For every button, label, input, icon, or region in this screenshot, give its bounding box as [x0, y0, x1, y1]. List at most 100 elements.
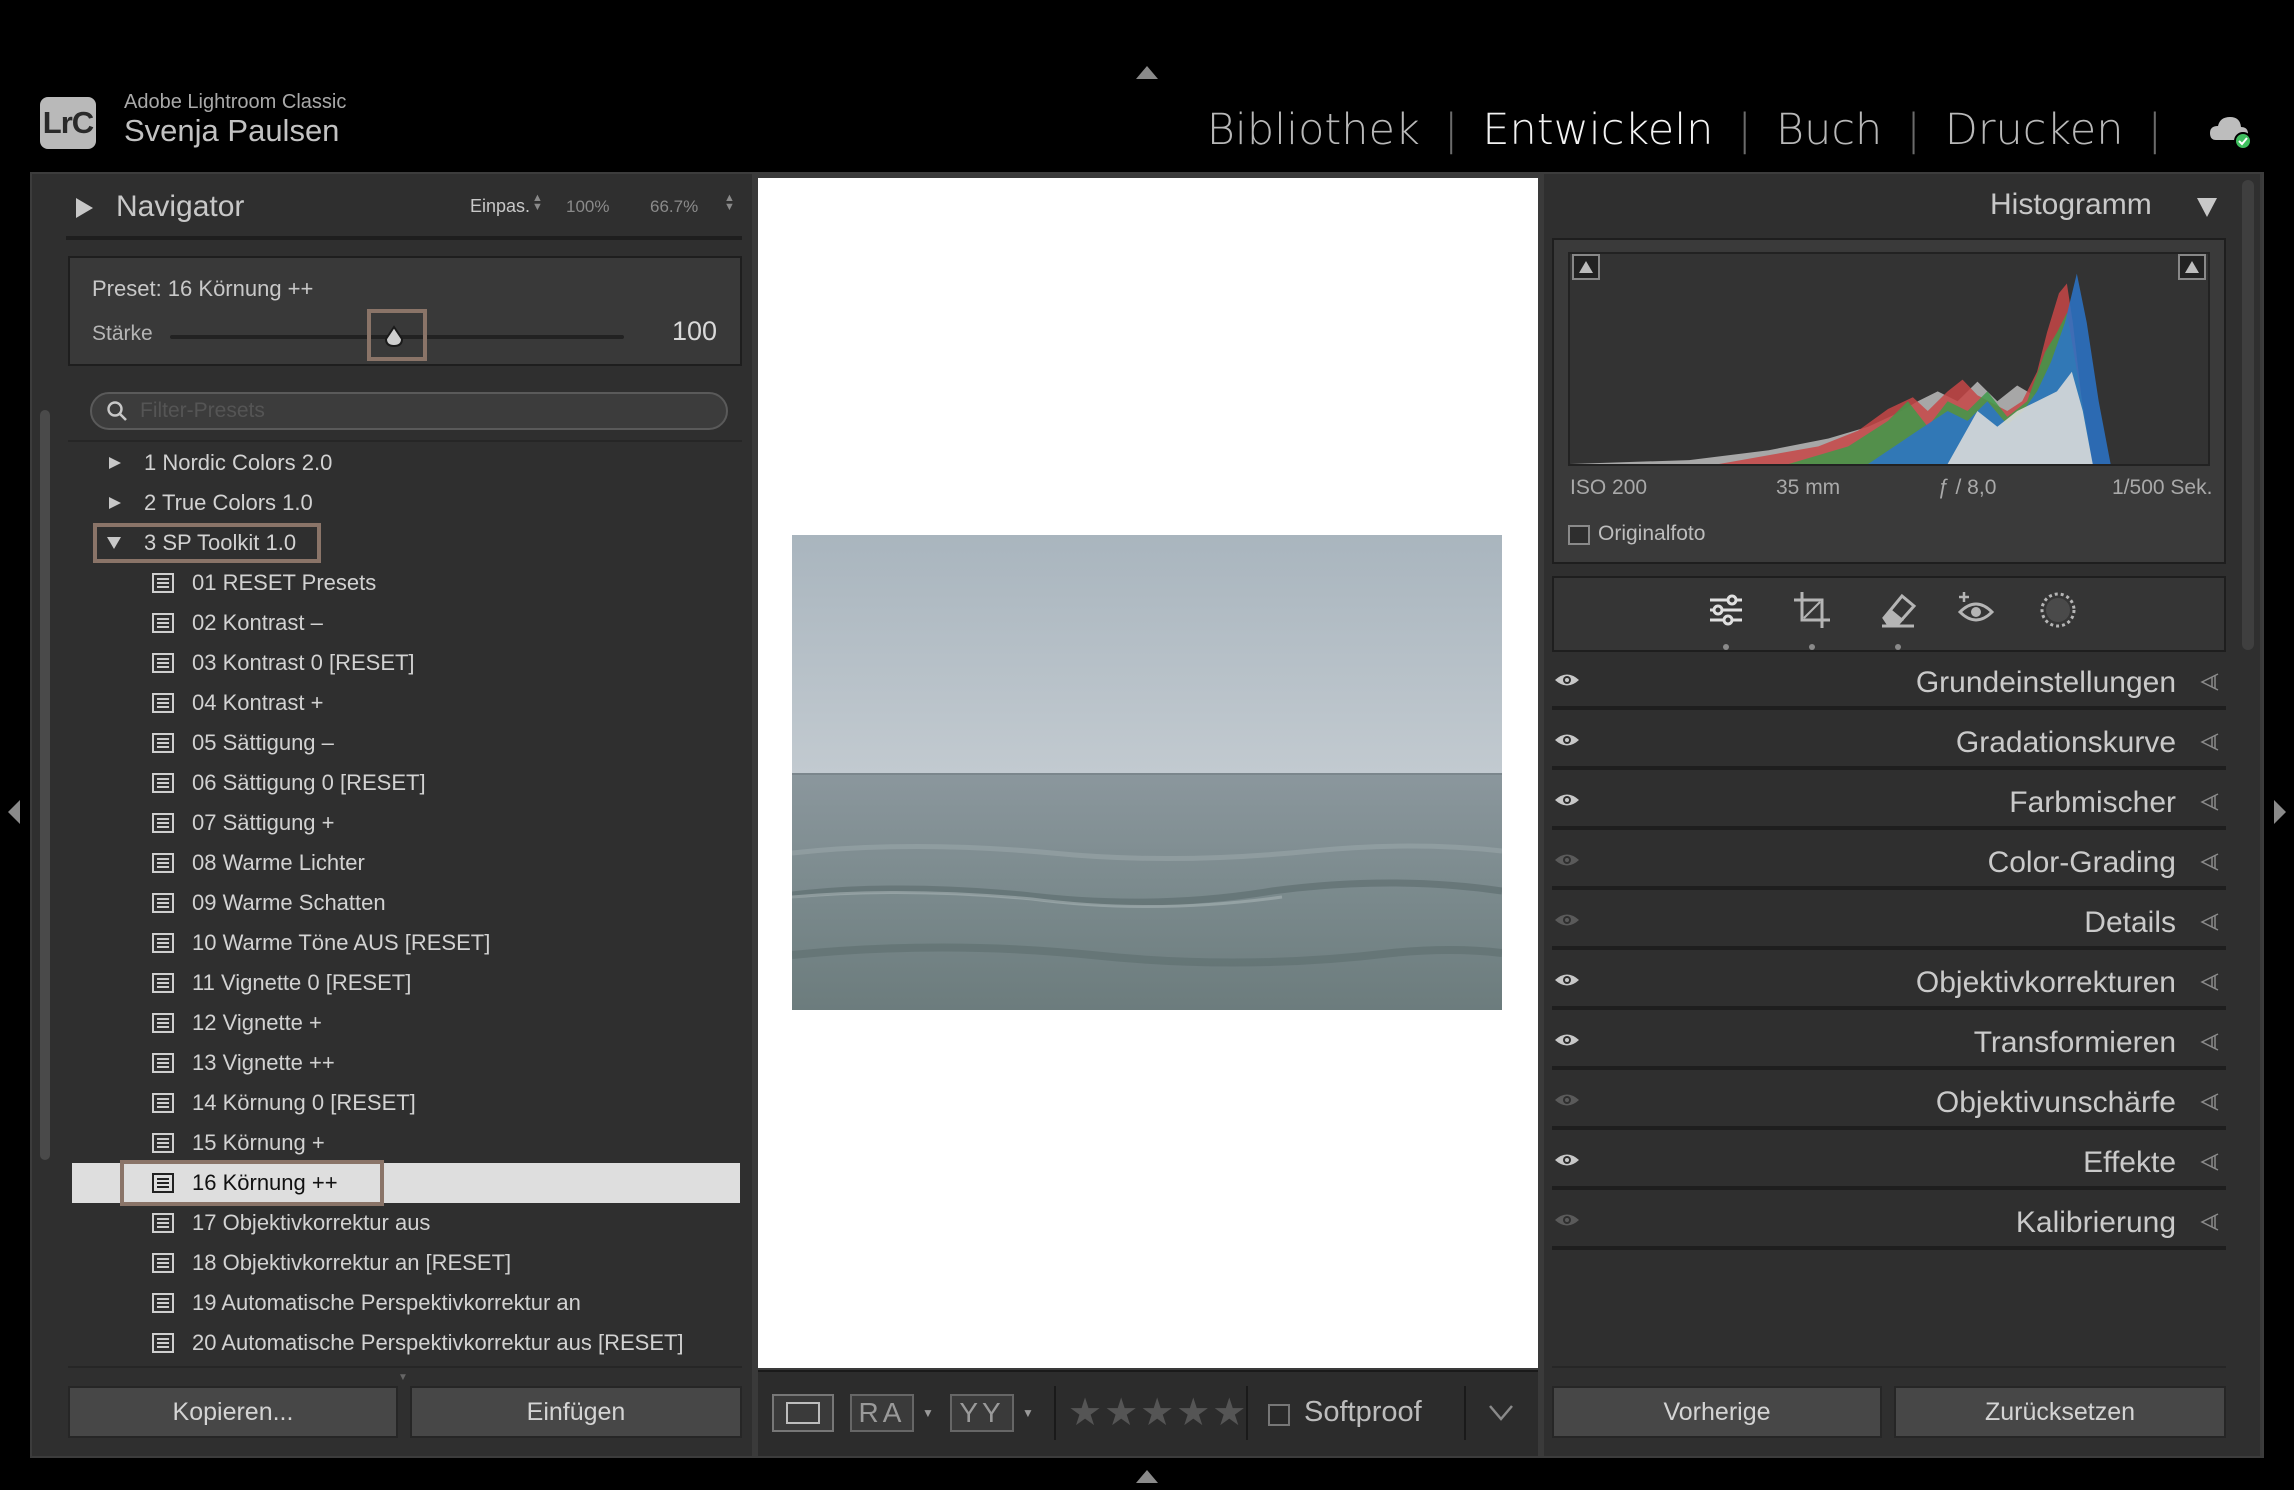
- preset-item[interactable]: 04 Kontrast +: [72, 683, 740, 723]
- preset-item[interactable]: 02 Kontrast –: [72, 603, 740, 643]
- preset-item[interactable]: 08 Warme Lichter: [72, 843, 740, 883]
- left-panel-scrollbar[interactable]: [40, 410, 50, 1160]
- right-panel-scrollbar[interactable]: [2242, 180, 2254, 650]
- preset-item[interactable]: 09 Warme Schatten: [72, 883, 740, 923]
- histogram-title[interactable]: Histogramm: [1990, 188, 2152, 222]
- previous-button[interactable]: Vorherige: [1552, 1386, 1882, 1438]
- preset-item[interactable]: 11 Vignette 0 [RESET]: [72, 963, 740, 1003]
- zoom-100-option[interactable]: 100%: [566, 197, 609, 217]
- eye-icon[interactable]: [1553, 910, 1581, 930]
- preset-item[interactable]: 05 Sättigung –: [72, 723, 740, 763]
- eye-icon[interactable]: [1553, 790, 1581, 810]
- softproof-checkbox[interactable]: [1268, 1404, 1290, 1426]
- section-collapse-icon[interactable]: [2198, 1032, 2220, 1052]
- section-collapse-icon[interactable]: [2198, 1092, 2220, 1112]
- preset-item[interactable]: 17 Objektivkorrektur aus: [72, 1203, 740, 1243]
- eye-icon[interactable]: [1553, 1090, 1581, 1110]
- section-collapse-icon[interactable]: [2198, 672, 2220, 692]
- copy-button[interactable]: Kopieren...: [68, 1386, 398, 1438]
- toolbar-options-icon[interactable]: [1488, 1404, 1514, 1422]
- shadow-clipping-button[interactable]: [1572, 254, 1600, 280]
- eye-icon[interactable]: [1553, 730, 1581, 750]
- module-drucken[interactable]: Drucken: [1945, 105, 2124, 155]
- section-color-grading[interactable]: Color-Grading: [1552, 836, 2226, 892]
- section-collapse-icon[interactable]: [2198, 732, 2220, 752]
- preset-item[interactable]: 06 Sättigung 0 [RESET]: [72, 763, 740, 803]
- eye-icon[interactable]: [1553, 670, 1581, 690]
- highlight-clipping-button[interactable]: [2178, 254, 2206, 280]
- before-after-button[interactable]: RA: [850, 1394, 914, 1432]
- histogram-graph[interactable]: [1568, 252, 2210, 466]
- zoom-fit-stepper-icon[interactable]: ▲ ▼: [532, 193, 543, 213]
- preset-item[interactable]: 03 Kontrast 0 [RESET]: [72, 643, 740, 683]
- before-after-dropdown-icon[interactable]: ▼: [922, 1406, 934, 1420]
- preset-item[interactable]: 13 Vignette ++: [72, 1043, 740, 1083]
- swap-dropdown-icon[interactable]: ▼: [1022, 1406, 1034, 1420]
- preset-item[interactable]: 12 Vignette +: [72, 1003, 740, 1043]
- preset-item[interactable]: 18 Objektivkorrektur an [RESET]: [72, 1243, 740, 1283]
- preset-group-nordic-colors[interactable]: 1 Nordic Colors 2.0: [72, 443, 740, 483]
- section-grundeinstellungen[interactable]: Grundeinstellungen: [1552, 656, 2226, 712]
- loupe-view-button[interactable]: [772, 1394, 834, 1432]
- eye-icon[interactable]: [1553, 1150, 1581, 1170]
- navigator-header[interactable]: Navigator Einpas. ▲ ▼ 100% 66.7% ▲ ▼: [66, 180, 742, 236]
- section-collapse-icon[interactable]: [2198, 792, 2220, 812]
- reset-button[interactable]: Zurücksetzen: [1894, 1386, 2226, 1438]
- crop-icon[interactable]: [1790, 588, 1834, 632]
- section-kalibrierung[interactable]: Kalibrierung: [1552, 1196, 2226, 1252]
- preset-group-true-colors[interactable]: 2 True Colors 1.0: [72, 483, 740, 523]
- left-panel-toggle-icon[interactable]: [8, 800, 20, 824]
- expand-triangle-icon[interactable]: [108, 456, 122, 470]
- preset-item-label: 11 Vignette 0 [RESET]: [192, 970, 412, 995]
- preset-item[interactable]: 10 Warme Töne AUS [RESET]: [72, 923, 740, 963]
- selected-preset-highlight-box: [120, 1160, 384, 1206]
- eye-icon[interactable]: [1553, 970, 1581, 990]
- section-collapse-icon[interactable]: [2198, 1212, 2220, 1232]
- swap-before-after-button[interactable]: YY: [950, 1394, 1014, 1432]
- cloud-sync-icon[interactable]: [2208, 112, 2252, 150]
- preset-filter-input[interactable]: [140, 396, 700, 426]
- filmstrip-toggle-icon[interactable]: [1136, 1470, 1158, 1483]
- module-bibliothek[interactable]: Bibliothek: [1207, 105, 1420, 155]
- preset-item[interactable]: 15 Körnung +: [72, 1123, 740, 1163]
- eraser-icon[interactable]: [1876, 588, 1920, 632]
- preset-item[interactable]: 01 RESET Presets: [72, 563, 740, 603]
- module-entwickeln[interactable]: Entwickeln: [1482, 105, 1713, 155]
- section-collapse-icon[interactable]: [2198, 912, 2220, 932]
- panel-resize-icon[interactable]: ▼: [398, 1372, 408, 1383]
- section-collapse-icon[interactable]: [2198, 852, 2220, 872]
- top-panel-toggle-icon[interactable]: [1136, 66, 1158, 79]
- section-objektivkorrekturen[interactable]: Objektivkorrekturen: [1552, 956, 2226, 1012]
- star-rating[interactable]: ★★★★★: [1068, 1390, 1248, 1435]
- strength-value[interactable]: 100: [672, 316, 717, 347]
- right-panel-toggle-icon[interactable]: [2274, 800, 2286, 824]
- preset-item[interactable]: 19 Automatische Perspektivkorrektur an: [72, 1283, 740, 1323]
- preset-item[interactable]: 07 Sättigung +: [72, 803, 740, 843]
- original-photo-checkbox[interactable]: [1568, 525, 1590, 545]
- section-collapse-icon[interactable]: [2198, 972, 2220, 992]
- section-gradationskurve[interactable]: Gradationskurve: [1552, 716, 2226, 772]
- eye-icon[interactable]: [1553, 1030, 1581, 1050]
- section-farbmischer[interactable]: Farbmischer: [1552, 776, 2226, 832]
- eye-icon[interactable]: [1553, 1210, 1581, 1230]
- section-transformieren[interactable]: Transformieren: [1552, 1016, 2226, 1072]
- navigator-expand-icon[interactable]: [76, 198, 93, 218]
- preset-item[interactable]: 20 Automatische Perspektivkorrektur aus …: [72, 1323, 740, 1363]
- section-effekte[interactable]: Effekte: [1552, 1136, 2226, 1192]
- module-buch[interactable]: Buch: [1776, 105, 1882, 155]
- eye-icon[interactable]: [1553, 850, 1581, 870]
- zoom-fit-option[interactable]: Einpas.: [470, 196, 530, 217]
- histogram-collapse-icon[interactable]: [2197, 198, 2217, 217]
- zoom-custom-stepper-icon[interactable]: ▲ ▼: [724, 193, 735, 213]
- section-objektivunschärfe[interactable]: Objektivunschärfe: [1552, 1076, 2226, 1132]
- zoom-custom-option[interactable]: 66.7%: [650, 197, 698, 217]
- section-details[interactable]: Details: [1552, 896, 2226, 952]
- sliders-icon[interactable]: [1704, 588, 1748, 632]
- preset-item[interactable]: 14 Körnung 0 [RESET]: [72, 1083, 740, 1123]
- red-eye-icon[interactable]: [1954, 588, 1998, 632]
- section-collapse-icon[interactable]: [2198, 1152, 2220, 1172]
- expand-triangle-icon[interactable]: [108, 496, 122, 510]
- photo-preview[interactable]: [792, 535, 1502, 1010]
- mask-icon[interactable]: [2036, 588, 2080, 632]
- paste-button[interactable]: Einfügen: [410, 1386, 742, 1438]
